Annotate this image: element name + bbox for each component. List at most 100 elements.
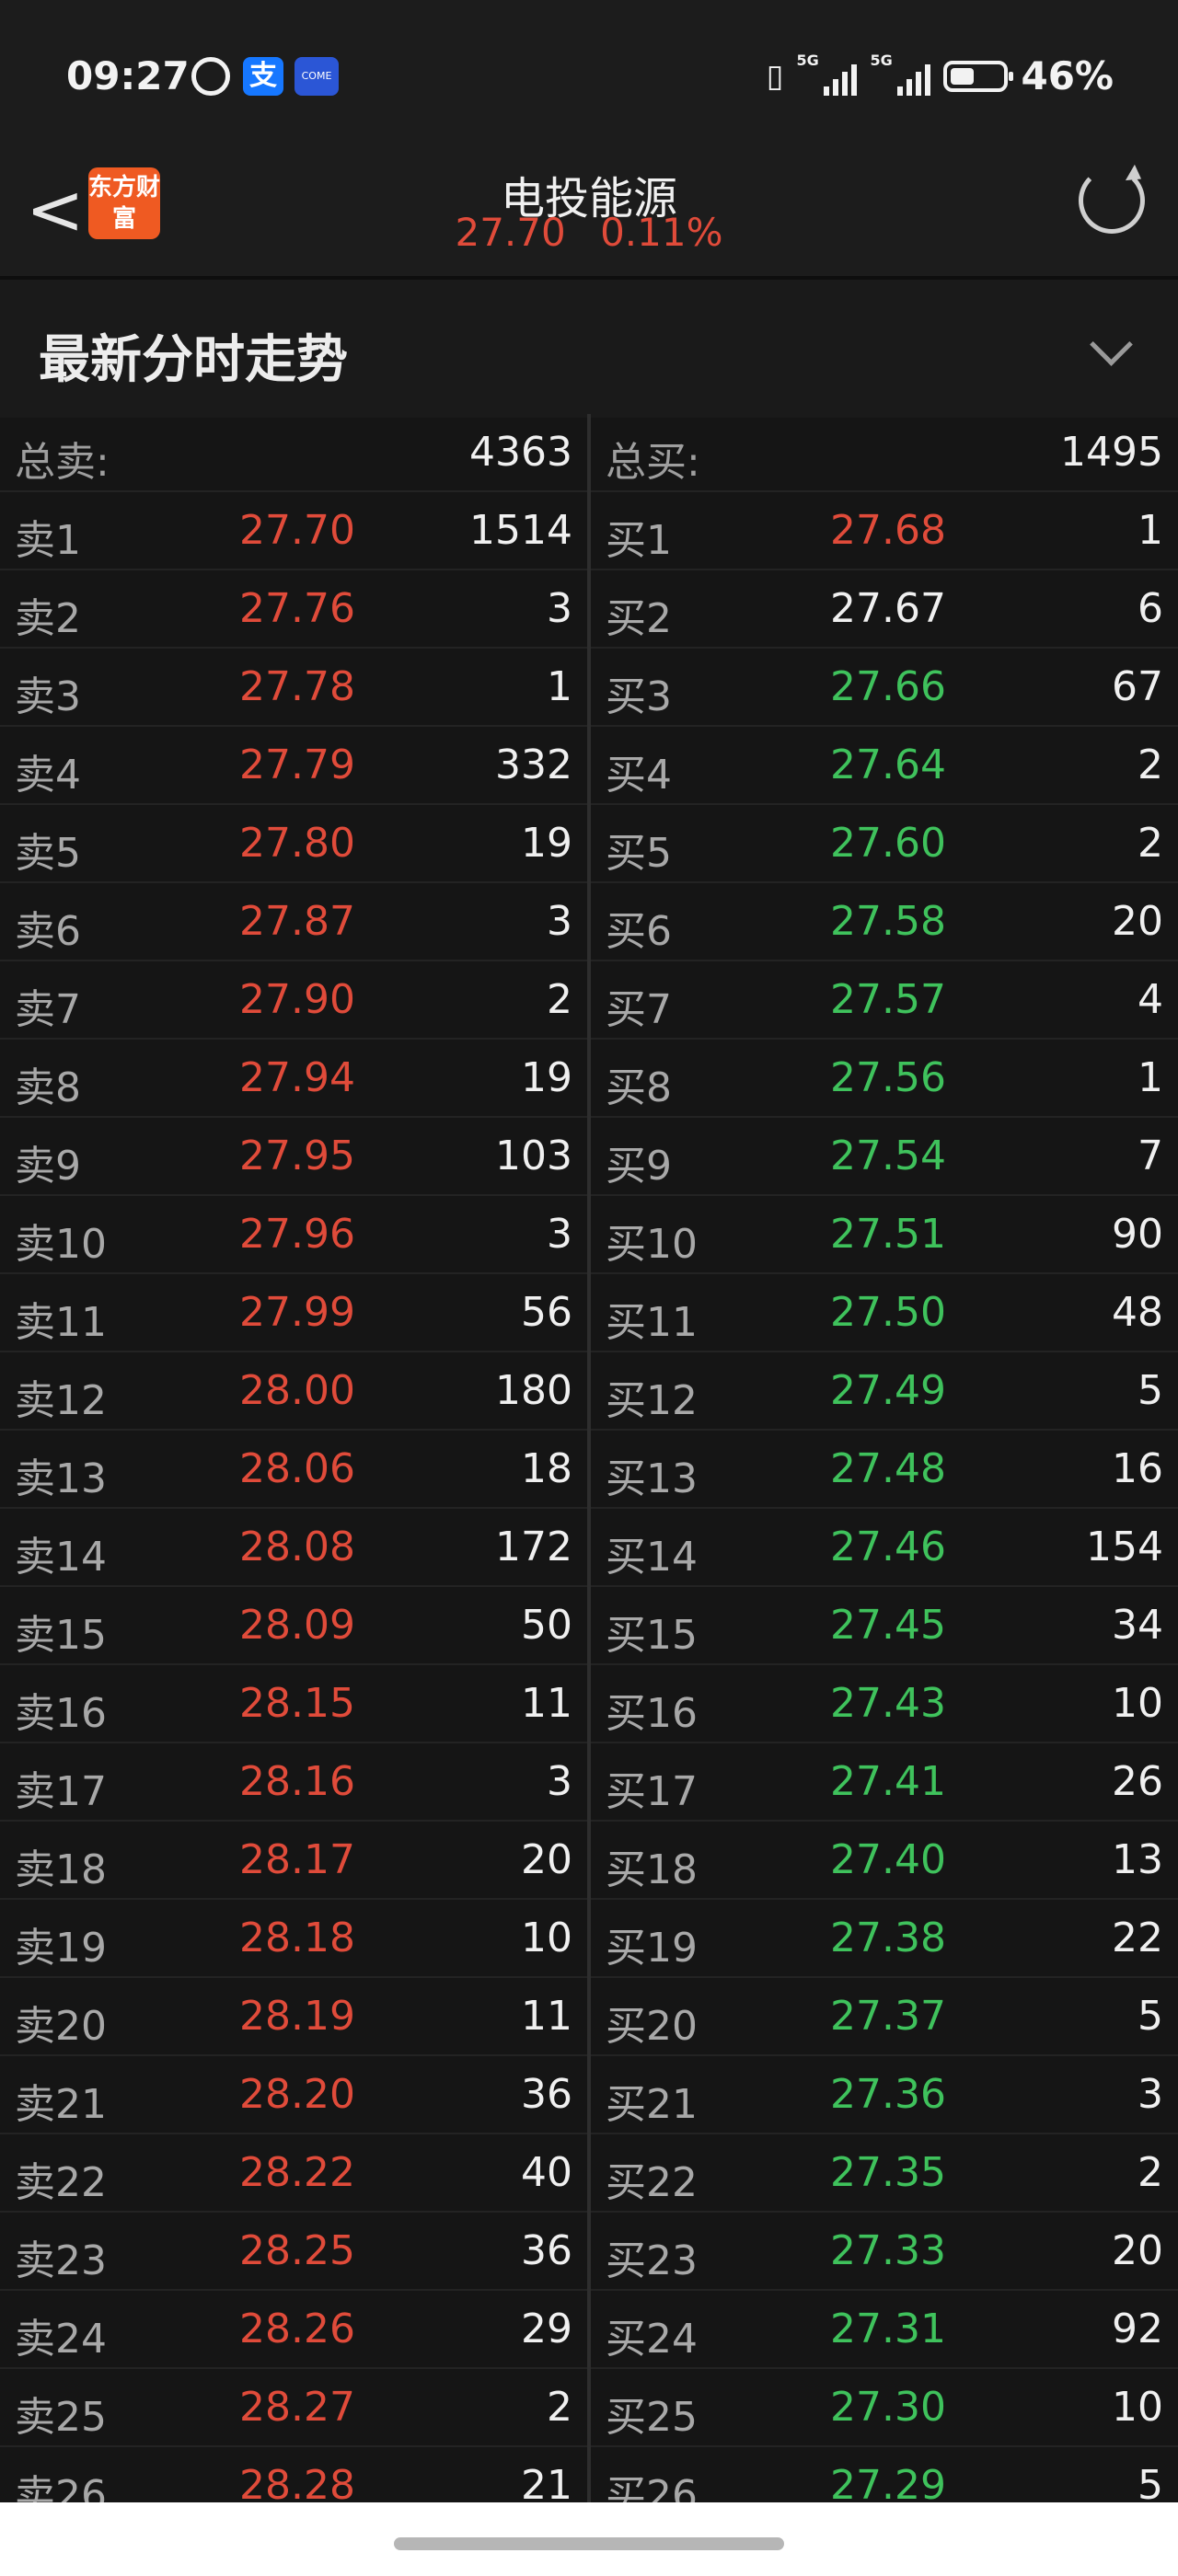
- sell-order-row[interactable]: 卖24 28.26 29: [0, 2291, 587, 2369]
- buy-order-row[interactable]: 买25 27.30 10: [591, 2369, 1178, 2447]
- buy-order-row[interactable]: 买12 27.49 5: [591, 1352, 1178, 1431]
- sell-order-row[interactable]: 卖19 28.18 10: [0, 1900, 587, 1978]
- buy-price: 27.31: [830, 2306, 946, 2352]
- buy-order-row[interactable]: 买18 27.40 13: [591, 1822, 1178, 1900]
- buy-order-row[interactable]: 买11 27.50 48: [591, 1274, 1178, 1352]
- sell-order-row[interactable]: 卖10 27.96 3: [0, 1196, 587, 1274]
- sell-order-row[interactable]: 卖17 28.16 3: [0, 1743, 587, 1822]
- buy-volume: 1: [1138, 1054, 1163, 1101]
- buy-order-row[interactable]: 买20 27.37 5: [591, 1978, 1178, 2056]
- sell-order-row[interactable]: 卖25 28.27 2: [0, 2369, 587, 2447]
- buy-level-label: 买5: [606, 830, 672, 877]
- sell-order-row[interactable]: 卖15 28.09 50: [0, 1587, 587, 1665]
- buy-level-label: 买9: [606, 1143, 672, 1190]
- buy-order-row[interactable]: 买4 27.64 2: [591, 727, 1178, 805]
- buy-volume: 16: [1112, 1445, 1163, 1492]
- sell-order-row[interactable]: 卖22 28.22 40: [0, 2134, 587, 2213]
- buy-order-row[interactable]: 买24 27.31 92: [591, 2291, 1178, 2369]
- buy-order-row[interactable]: 买22 27.35 2: [591, 2134, 1178, 2213]
- signal-label-2: 5G: [870, 51, 893, 69]
- sell-order-row[interactable]: 卖16 28.15 11: [0, 1665, 587, 1743]
- chevron-down-icon[interactable]: [1090, 323, 1133, 366]
- sell-order-row[interactable]: 卖14 28.08 172: [0, 1509, 587, 1587]
- sell-volume: 3: [547, 585, 572, 632]
- buy-order-row[interactable]: 买13 27.48 16: [591, 1431, 1178, 1509]
- sell-price: 28.06: [239, 1445, 355, 1492]
- buy-order-row[interactable]: 买1 27.68 1: [591, 492, 1178, 570]
- stock-change-pct: 0.11%: [600, 210, 723, 255]
- sell-price: 27.76: [239, 585, 355, 632]
- buy-order-row[interactable]: 买14 27.46 154: [591, 1509, 1178, 1587]
- buy-order-row[interactable]: 买9 27.54 7: [591, 1118, 1178, 1196]
- buy-level-label: 买11: [606, 1299, 698, 1346]
- stock-price: 27.70: [455, 210, 566, 255]
- buy-order-row[interactable]: 买16 27.43 10: [591, 1665, 1178, 1743]
- intraday-section-header[interactable]: 最新分时走势: [0, 276, 1178, 418]
- sell-order-row[interactable]: 卖7 27.90 2: [0, 961, 587, 1040]
- sell-level-label: 卖2: [15, 595, 81, 642]
- buy-level-label: 买24: [606, 2316, 698, 2363]
- buy-price: 27.68: [830, 507, 946, 554]
- sell-level-label: 卖22: [15, 2159, 107, 2206]
- sell-price: 28.09: [239, 1602, 355, 1649]
- buy-volume: 22: [1112, 1915, 1163, 1961]
- buy-order-row[interactable]: 买17 27.41 26: [591, 1743, 1178, 1822]
- sell-order-row[interactable]: 卖21 28.20 36: [0, 2056, 587, 2134]
- buy-order-row[interactable]: 买23 27.33 20: [591, 2213, 1178, 2291]
- buy-level-label: 买16: [606, 1690, 698, 1737]
- sell-level-label: 卖1: [15, 517, 81, 564]
- sell-volume: 36: [521, 2227, 572, 2274]
- sell-order-row[interactable]: 卖23 28.25 36: [0, 2213, 587, 2291]
- buy-price: 27.66: [830, 663, 946, 710]
- refresh-icon[interactable]: [1079, 167, 1145, 234]
- buy-level-label: 买10: [606, 1221, 698, 1268]
- sell-order-row[interactable]: 卖9 27.95 103: [0, 1118, 587, 1196]
- buy-order-row[interactable]: 买3 27.66 67: [591, 649, 1178, 727]
- signal-5g-icon-2: 5G: [870, 52, 931, 96]
- buy-order-row[interactable]: 买21 27.36 3: [591, 2056, 1178, 2134]
- sell-order-row[interactable]: 卖5 27.80 19: [0, 805, 587, 883]
- order-book: 总卖: 4363 卖1 27.70 1514 卖2 27.76 3 卖3 27.78 1 卖4 27…: [0, 414, 1178, 2502]
- buy-total-value: 1495: [1060, 429, 1163, 476]
- buy-order-row[interactable]: 买10 27.51 90: [591, 1196, 1178, 1274]
- buy-total-row: 总买: 1495: [591, 414, 1178, 492]
- buy-order-row[interactable]: 买6 27.58 20: [591, 883, 1178, 961]
- sell-order-row[interactable]: 卖26 28.28 21: [0, 2447, 587, 2502]
- sell-order-row[interactable]: 卖8 27.94 19: [0, 1040, 587, 1118]
- sell-order-row[interactable]: 卖13 28.06 18: [0, 1431, 587, 1509]
- buy-order-row[interactable]: 买26 27.29 5: [591, 2447, 1178, 2502]
- buy-volume: 67: [1112, 663, 1163, 710]
- buy-price: 27.54: [830, 1133, 946, 1179]
- buy-volume: 34: [1112, 1602, 1163, 1649]
- sell-order-row[interactable]: 卖6 27.87 3: [0, 883, 587, 961]
- buy-order-row[interactable]: 买8 27.56 1: [591, 1040, 1178, 1118]
- stock-quote: 27.70 0.11%: [0, 210, 1178, 255]
- buy-order-row[interactable]: 买7 27.57 4: [591, 961, 1178, 1040]
- buy-level-label: 买2: [606, 595, 672, 642]
- buy-order-row[interactable]: 买2 27.67 6: [591, 570, 1178, 649]
- sell-order-row[interactable]: 卖2 27.76 3: [0, 570, 587, 649]
- sell-order-row[interactable]: 卖1 27.70 1514: [0, 492, 587, 570]
- sell-volume: 1: [547, 663, 572, 710]
- buy-volume: 13: [1112, 1836, 1163, 1883]
- sell-order-row[interactable]: 卖4 27.79 332: [0, 727, 587, 805]
- sell-order-row[interactable]: 卖11 27.99 56: [0, 1274, 587, 1352]
- buy-order-row[interactable]: 买5 27.60 2: [591, 805, 1178, 883]
- sell-level-label: 卖5: [15, 830, 81, 877]
- buy-volume: 2: [1138, 820, 1163, 867]
- signal-5g-icon: 5G: [796, 52, 858, 96]
- home-indicator[interactable]: [394, 2537, 784, 2550]
- buy-order-row[interactable]: 买15 27.45 34: [591, 1587, 1178, 1665]
- sell-order-row[interactable]: 卖3 27.78 1: [0, 649, 587, 727]
- sell-level-label: 卖23: [15, 2237, 107, 2284]
- sell-order-row[interactable]: 卖12 28.00 180: [0, 1352, 587, 1431]
- buy-volume: 26: [1112, 1758, 1163, 1805]
- sell-order-row[interactable]: 卖20 28.19 11: [0, 1978, 587, 2056]
- sell-total-label: 总卖:: [15, 439, 110, 486]
- sell-order-row[interactable]: 卖18 28.17 20: [0, 1822, 587, 1900]
- buy-volume: 1: [1138, 507, 1163, 554]
- sell-level-label: 卖15: [15, 1612, 107, 1659]
- buy-order-row[interactable]: 买19 27.38 22: [591, 1900, 1178, 1978]
- buy-total-label: 总买:: [606, 439, 700, 486]
- sell-level-label: 卖3: [15, 673, 81, 720]
